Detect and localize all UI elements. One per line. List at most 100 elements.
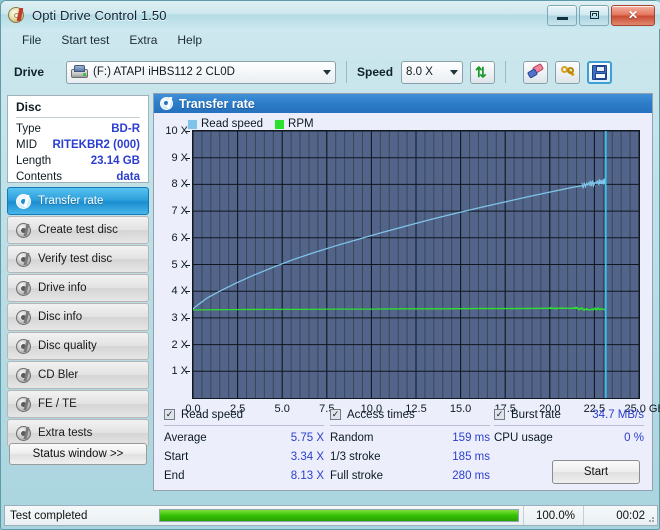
sidebar-item-fe-te[interactable]: FE / TE	[7, 390, 149, 418]
drive-icon	[71, 64, 89, 80]
third-stroke-value: 185 ms	[452, 451, 490, 463]
disc-icon	[16, 280, 31, 296]
minimize-button[interactable]	[547, 4, 577, 26]
y-tick	[186, 291, 190, 293]
read-speed-results: Read speed Average 5.75 X Start 3.34 X E…	[164, 406, 324, 486]
third-stroke-label: 1/3 stroke	[330, 451, 381, 463]
read-speed-header: Read speed	[164, 406, 324, 423]
sidebar-item-label: Drive info	[38, 282, 87, 294]
table-row: CPU usage 0 %	[494, 429, 644, 448]
drive-select[interactable]: (F:) ATAPI iHBS112 2 CL0D	[66, 60, 337, 84]
menu-item-file[interactable]: File	[12, 31, 51, 49]
sidebar-item-disc-quality[interactable]: Disc quality	[7, 332, 149, 360]
disc-icon	[16, 309, 31, 325]
refresh-button[interactable]	[470, 60, 496, 84]
divider	[16, 117, 140, 118]
window-title: Opti Drive Control 1.50	[32, 7, 167, 23]
divider	[494, 425, 644, 426]
sidebar-item-drive-info[interactable]: Drive info	[7, 274, 149, 302]
save-button[interactable]	[587, 60, 613, 84]
close-icon: ✕	[627, 8, 639, 22]
sidebar-item-create-test-disc[interactable]: Create test disc	[7, 216, 149, 244]
random-label: Random	[330, 432, 374, 444]
average-value: 5.75 X	[290, 432, 324, 444]
cpu-usage-label: CPU usage	[494, 432, 553, 444]
disc-icon	[16, 251, 31, 267]
access-times-header: Access times	[330, 406, 490, 423]
end-value: 8.13 X	[290, 470, 324, 482]
left-panel: Disc Type BD-R MID RITEKBR2 (000) Length…	[7, 95, 149, 491]
cpu-usage-value: 0 %	[624, 432, 644, 444]
maximize-button[interactable]	[579, 4, 609, 26]
divider	[330, 425, 490, 426]
progress-percent: 100.0%	[523, 506, 583, 525]
status-window-button[interactable]: Status window >>	[9, 443, 147, 465]
disc-info-row-mid: MID RITEKBR2 (000)	[16, 137, 140, 153]
progress-bar	[159, 509, 519, 522]
y-tick	[186, 344, 190, 346]
disc-type-value: BD-R	[111, 123, 140, 135]
divider	[164, 425, 324, 426]
drive-toolbar: Drive (F:) ATAPI iHBS112 2 CL0D Speed 8.…	[2, 53, 660, 91]
access-times-title: Access times	[347, 408, 415, 421]
disc-icon	[16, 425, 31, 441]
access-times-results: Access times Random 159 ms 1/3 stroke 18…	[330, 406, 490, 486]
menu-item-help[interactable]: Help	[167, 31, 212, 49]
tools-button[interactable]	[555, 60, 581, 84]
status-bar: Test completed 100.0% 00:02	[4, 505, 658, 526]
sidebar-item-transfer-rate[interactable]: Transfer rate	[7, 187, 149, 215]
sidebar-item-verify-test-disc[interactable]: Verify test disc	[7, 245, 149, 273]
drive-label: Drive	[14, 65, 45, 79]
wrench-icon	[560, 65, 576, 80]
drive-select-value: (F:) ATAPI iHBS112 2 CL0D	[93, 66, 235, 78]
read-speed-checkbox[interactable]	[164, 409, 175, 420]
menu-item-start-test[interactable]: Start test	[51, 31, 119, 49]
disc-mid-label: MID	[16, 139, 38, 151]
table-row: 1/3 stroke 185 ms	[330, 448, 490, 467]
chart-area: 1 X2 X3 X4 X5 X6 X7 X8 X9 X 10 X 0.0 2.5 5.…	[154, 113, 660, 415]
y-tick	[186, 264, 190, 266]
sidebar-item-cd-bler[interactable]: CD Bler	[7, 361, 149, 389]
table-row: Start 3.34 X	[164, 448, 324, 467]
resize-grip[interactable]	[645, 513, 655, 523]
disc-icon	[16, 396, 31, 412]
erase-button[interactable]	[523, 60, 549, 84]
disc-info-row-type: Type BD-R	[16, 121, 140, 137]
table-row: End 8.13 X	[164, 467, 324, 486]
close-button[interactable]: ✕	[611, 4, 655, 26]
panel-title: Transfer rate	[179, 96, 255, 111]
y-tick	[186, 371, 190, 373]
sidebar-item-label: Transfer rate	[38, 195, 104, 207]
start-label: Start	[164, 451, 189, 463]
start-button[interactable]: Start	[552, 460, 640, 484]
disc-info-row-length: Length 23.14 GB	[16, 153, 140, 169]
y-tick	[186, 211, 190, 213]
sidebar-item-label: Extra tests	[38, 427, 93, 439]
random-value: 159 ms	[452, 432, 490, 444]
progress-container	[155, 506, 523, 525]
table-row: Average 5.75 X	[164, 429, 324, 448]
y-axis: 1 X2 X3 X4 X5 X6 X7 X8 X9 X 10 X	[154, 123, 190, 403]
sidebar-item-disc-info[interactable]: Disc info	[7, 303, 149, 331]
y-tick-label: 10 X	[165, 125, 188, 137]
y-tick	[186, 157, 190, 159]
disc-mid-value: RITEKBR2 (000)	[52, 139, 140, 151]
app-disc-icon	[8, 6, 26, 24]
burst-rate-checkbox[interactable]	[494, 409, 505, 420]
disc-icon	[16, 367, 31, 383]
disc-length-label: Length	[16, 155, 52, 167]
sidebar-item-label: Verify test disc	[38, 253, 113, 265]
chevron-down-icon	[450, 69, 459, 75]
disc-info-box: Disc Type BD-R MID RITEKBR2 (000) Length…	[7, 95, 149, 183]
menu-item-extra[interactable]: Extra	[119, 31, 167, 49]
end-label: End	[164, 470, 185, 482]
sidebar-item-label: Disc info	[38, 311, 83, 323]
save-icon	[592, 64, 608, 80]
access-times-checkbox[interactable]	[330, 409, 341, 420]
refresh-icon	[475, 65, 490, 80]
disc-info-heading: Disc	[16, 100, 42, 114]
disc-icon	[16, 338, 31, 354]
y-tick	[186, 317, 190, 319]
toolbar-divider-1	[346, 61, 348, 83]
speed-select[interactable]: 8.0 X	[401, 60, 464, 84]
